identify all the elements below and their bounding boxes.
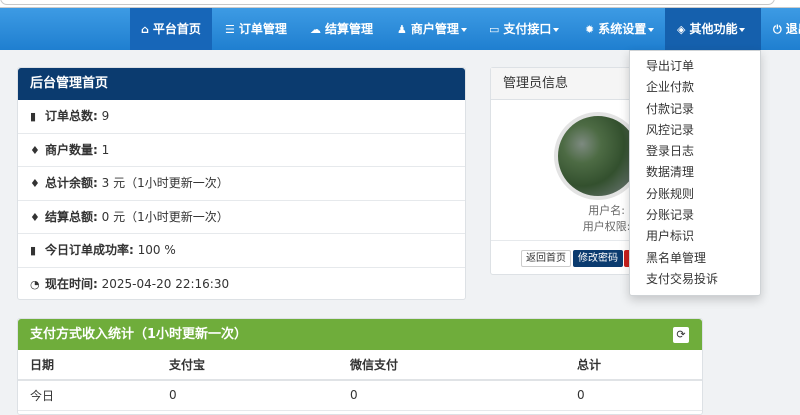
chevron-down-icon	[648, 27, 655, 32]
nav-system-settings-label: 系统设置	[598, 22, 647, 36]
menu-user-identity[interactable]: 用户标识	[630, 226, 760, 247]
home-icon: ⌂	[141, 23, 149, 36]
nav-home-label: 平台首页	[152, 22, 201, 36]
nav-merchants[interactable]: ♟ 商户管理	[397, 8, 467, 50]
power-icon: ⏻	[773, 23, 782, 36]
chevron-down-icon	[739, 27, 746, 32]
nav-system-settings[interactable]: ✹ 系统设置	[585, 8, 655, 50]
nav-settlement[interactable]: ☁ 结算管理	[310, 8, 373, 50]
menu-risk-records[interactable]: 风控记录	[630, 120, 760, 141]
payment-stats-panel: 支付方式收入统计（1小时更新一次） ⟳ 日期 支付宝 微信支付 总计 今日 0 …	[17, 318, 703, 415]
table-header-row: 日期 支付宝 微信支付 总计	[18, 350, 702, 381]
top-navbar: ⌂ 平台首页 ☰ 订单管理 ☁ 结算管理 ♟ 商户管理 ▭ 支付接口 ✹ 系统设置 ◈ 其他功…	[0, 8, 800, 50]
nav-other-functions-label: 其他功能	[689, 22, 738, 36]
menu-enterprise-payment[interactable]: 企业付款	[630, 77, 760, 98]
nav-payment-interface[interactable]: ▭ 支付接口	[489, 8, 560, 50]
stat-row-success-rate: ▮ 今日订单成功率: 100 %	[18, 234, 465, 268]
menu-split-rules[interactable]: 分账规则	[630, 184, 760, 205]
nav-logout[interactable]: ⏻退出	[773, 8, 800, 50]
stat-label: 今日订单成功率:	[45, 243, 134, 257]
bar-chart-icon: ▮	[30, 244, 37, 257]
tint-icon: ♦	[30, 177, 40, 190]
stat-row-merchant-count: ♦ 商户数量: 1	[18, 134, 465, 167]
stat-label: 订单总数:	[45, 109, 98, 123]
cell-date: 今日	[18, 380, 157, 411]
admin-home-title: 后台管理首页	[18, 68, 465, 100]
menu-data-cleanup[interactable]: 数据清理	[630, 162, 760, 183]
back-home-button[interactable]: 返回首页	[521, 250, 571, 267]
stat-row-settlement-total: ♦ 结算总额: 0 元（1小时更新一次）	[18, 201, 465, 234]
cloud-icon: ☁	[310, 23, 321, 36]
cell-alipay: 0	[157, 380, 338, 411]
stat-value: 2025-04-20 22:16:30	[101, 276, 230, 291]
col-total: 总计	[565, 350, 702, 381]
username-label: 用户名:	[588, 204, 625, 217]
change-password-button[interactable]: 修改密码	[573, 250, 623, 267]
stat-value: 9	[101, 109, 110, 123]
stat-value: 1	[101, 142, 110, 157]
role-label: 用户权限:	[582, 220, 631, 233]
gear-icon: ✹	[585, 23, 595, 36]
menu-payment-records[interactable]: 付款记录	[630, 99, 760, 120]
chevron-down-icon	[553, 27, 560, 32]
user-icon: ♟	[397, 23, 407, 36]
nav-orders[interactable]: ☰ 订单管理	[225, 8, 287, 50]
stat-label: 结算总额:	[45, 209, 98, 224]
payment-stats-title: 支付方式收入统计（1小时更新一次）	[18, 319, 702, 350]
bar-chart-icon: ▮	[30, 110, 37, 123]
stat-value: 100 %	[137, 243, 176, 257]
menu-blacklist[interactable]: 黑名单管理	[630, 248, 760, 269]
menu-complaints[interactable]: 支付交易投诉	[630, 269, 760, 290]
nav-orders-label: 订单管理	[238, 22, 287, 36]
nav-settlement-label: 结算管理	[325, 22, 374, 36]
address-field[interactable]	[0, 0, 775, 5]
payment-stats-table: 日期 支付宝 微信支付 总计 今日 0 0 0	[18, 350, 702, 411]
stat-row-current-time: ◔ 现在时间: 2025-04-20 22:16:30	[18, 268, 465, 302]
menu-login-log[interactable]: 登录日志	[630, 141, 760, 162]
stat-label: 现在时间:	[45, 276, 98, 291]
admin-home-panel: 后台管理首页 ▮ 订单总数: 9 ♦ 商户数量: 1 ♦ 总计余额: 3 元（1小时更…	[17, 67, 466, 300]
nav-logout-label: 退出	[785, 22, 800, 36]
browser-address-bar[interactable]	[0, 0, 800, 8]
cell-total: 0	[565, 380, 702, 411]
col-alipay: 支付宝	[157, 350, 338, 381]
nav-other-functions[interactable]: ◈ 其他功能	[665, 8, 761, 50]
stat-row-total-balance: ♦ 总计余额: 3 元（1小时更新一次）	[18, 167, 465, 201]
nav-merchants-label: 商户管理	[410, 22, 459, 36]
stat-label: 商户数量:	[45, 142, 98, 157]
stat-value: 0 元（1小时更新一次）	[101, 209, 229, 224]
cell-wechat: 0	[338, 380, 565, 411]
nav-payment-interface-label: 支付接口	[503, 22, 552, 36]
clock-icon: ◔	[30, 277, 40, 291]
nav-home[interactable]: ⌂ 平台首页	[130, 8, 212, 50]
list-icon: ☰	[225, 23, 235, 36]
menu-export-orders[interactable]: 导出订单	[630, 56, 760, 77]
cube-icon: ◈	[677, 23, 686, 36]
tint-icon: ♦	[30, 143, 40, 157]
chevron-down-icon	[460, 27, 467, 32]
stat-label: 总计余额:	[45, 176, 98, 190]
stat-row-order-total: ▮ 订单总数: 9	[18, 100, 465, 134]
credit-card-icon: ▭	[489, 23, 500, 36]
menu-split-records[interactable]: 分账记录	[630, 205, 760, 226]
col-wechat: 微信支付	[338, 350, 565, 381]
refresh-icon[interactable]: ⟳	[673, 327, 689, 343]
other-functions-dropdown: 导出订单 企业付款 付款记录 风控记录 登录日志 数据清理 分账规则 分账记录 …	[629, 50, 761, 296]
tint-icon: ♦	[30, 210, 40, 224]
stat-value: 3 元（1小时更新一次）	[101, 176, 229, 190]
col-date: 日期	[18, 350, 157, 381]
table-row: 今日 0 0 0	[18, 380, 702, 411]
